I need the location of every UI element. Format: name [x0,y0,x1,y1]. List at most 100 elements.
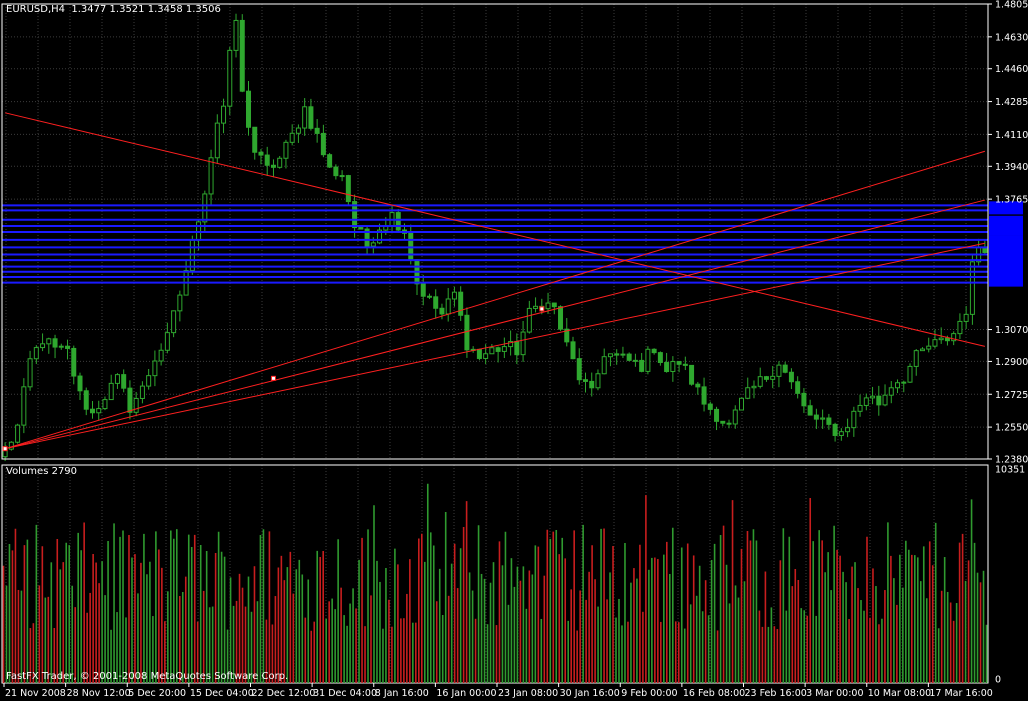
trendline-anchor[interactable] [270,375,276,381]
candle-body [826,417,832,425]
candle-body [876,395,882,406]
candle-body [639,359,645,372]
candle-body [289,132,295,143]
candle-body [171,310,177,334]
candle-body [770,375,776,380]
candle-body [370,242,376,247]
candle-body [795,381,801,394]
candle-body [83,390,89,410]
candle-body [246,90,251,128]
candle-body [451,291,457,300]
price-axis-label: 1.4110 [995,130,1028,141]
level-price-label [989,206,1023,215]
candle-body [570,341,576,360]
candle-body [963,313,969,322]
candle-body [776,364,782,377]
candle-body [870,395,876,399]
candle-body [813,414,819,420]
time-axis-label: 23 Feb 16:00 [745,688,807,699]
price-axis-label: 1.4285 [995,97,1028,108]
candle-body [832,423,838,436]
price-axis-label: 1.4460 [995,64,1028,75]
time-axis-label: 22 Dec 12:00 [252,688,316,699]
candle-body [139,385,145,399]
candle-body [932,339,938,347]
candle-body [270,164,276,168]
candle-body [295,127,301,134]
trendline-anchor[interactable] [539,306,545,312]
candle-body [707,403,713,410]
candle-body [420,283,426,297]
candle-body [676,361,682,365]
candle-body [15,424,21,443]
candle-body [52,338,58,348]
candle-body [589,380,595,389]
candle-body [545,302,551,310]
time-axis-label: 30 Jan 16:00 [560,688,620,699]
candle-body [264,154,270,166]
candle-body [439,307,445,315]
candle-body [701,386,707,405]
candle-body [127,387,133,413]
chart-window[interactable]: 1.4805 1.4630 1.4460 1.4285 1.4110 1.3940 1.37… [0,0,1028,701]
candle-body [89,408,95,414]
candle-body [657,352,663,363]
candle-body [339,175,345,178]
time-axis-label: 31 Dec 04:00 [313,688,377,699]
time-axis-label: 17 Mar 16:00 [929,688,992,699]
candle-body [895,382,901,389]
candle-body [283,141,289,159]
price-axis-label: 1.4805 [995,0,1028,11]
candle-body [327,154,333,168]
candle-body [258,151,264,156]
candle-body [501,346,507,352]
candle-body [158,349,164,362]
price-axis-label: 1.2725 [995,390,1028,401]
candle-body [801,392,807,407]
candle-body [682,363,688,366]
candle-body [626,353,632,361]
candle-body [221,105,227,124]
candle-body [214,122,220,159]
time-axis-label: 10 Mar 08:00 [868,688,931,699]
candle-body [40,343,46,349]
candle-body [732,409,738,425]
candle-body [882,394,888,406]
candle-body [726,422,732,425]
candle-body [146,375,152,387]
candle-body [77,375,83,392]
candle-body [695,383,701,388]
candle-body [938,337,944,341]
price-axis-label: 1.3765 [995,195,1028,206]
candle-body [582,379,588,382]
candle-body [489,347,495,355]
candle-body [807,405,813,416]
candle-body [320,132,326,156]
candle-body [65,345,71,349]
candle-body [576,358,582,381]
symbol-title: EURUSD,H4 1.3477 1.3521 1.3458 1.3506 [6,4,221,15]
candle-body [907,365,913,383]
candle-body [751,385,757,389]
candle-body [358,227,364,230]
candle-body [21,386,27,426]
candle-body [620,353,626,356]
candle-body [607,353,613,358]
time-axis-label: 21 Nov 2008 [5,688,66,699]
candle-body [919,348,925,352]
candle-body [495,347,501,352]
candle-body [645,348,651,372]
candle-body [458,291,464,316]
copyright-footer: FastFX Trader, © 2001-2008 MetaQuotes So… [6,671,289,682]
price-axis-label: 1.2550 [995,423,1028,434]
candle-body [333,166,339,177]
price-axis-label: 1.2900 [995,357,1028,368]
price-axis-label: 1.3940 [995,162,1028,173]
candle-body [782,364,788,373]
candle-body [177,294,183,312]
candle-body [739,397,744,411]
candle-body [651,348,657,354]
trendline-anchor[interactable] [2,446,8,452]
candle-body [526,307,532,333]
candle-body [133,397,139,413]
